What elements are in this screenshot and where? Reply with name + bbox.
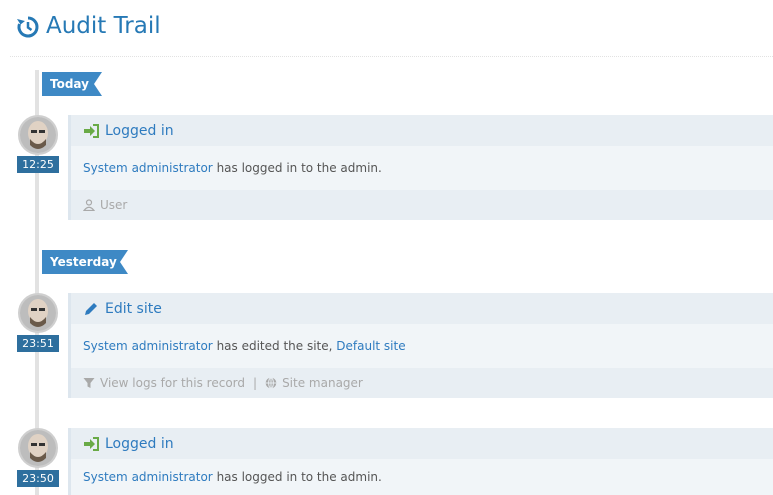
avatar [18, 293, 58, 333]
sign-in-icon [84, 123, 99, 138]
header-divider [10, 56, 773, 57]
user-photo-icon [20, 430, 56, 466]
globe-icon [265, 377, 277, 389]
entry-body: System administrator has edited the site… [71, 324, 773, 368]
entry-header: Logged in [71, 115, 773, 146]
audit-entry: Edit site System administrator has edite… [68, 293, 773, 398]
entry-footer: User [71, 190, 773, 220]
entry-text: has logged in to the admin. [216, 161, 382, 175]
entry-text: has edited the site, [216, 339, 333, 353]
actor-link[interactable]: System administrator [83, 161, 213, 175]
entry-time: 23:50 [17, 470, 59, 487]
site-manager-link[interactable]: Site manager [282, 376, 363, 390]
actor-link[interactable]: System administrator [83, 339, 213, 353]
entry-time: 23:51 [17, 335, 59, 352]
entry-action[interactable]: Edit site [105, 301, 162, 317]
footer-separator: | [253, 376, 258, 390]
user-photo-icon [20, 295, 56, 331]
history-icon [17, 16, 39, 38]
view-logs-link[interactable]: View logs for this record [100, 376, 245, 390]
target-link[interactable]: Default site [336, 339, 405, 353]
sign-in-icon [84, 436, 99, 451]
filter-icon [83, 378, 95, 388]
avatar [18, 428, 58, 468]
user-photo-icon [20, 117, 56, 153]
audit-entry: Logged in System administrator has logge… [68, 428, 773, 495]
user-icon [83, 199, 95, 211]
audit-entry: Logged in System administrator has logge… [68, 115, 773, 220]
entry-body: System administrator has logged in to th… [71, 459, 773, 495]
footer-user: User [100, 198, 128, 212]
actor-link[interactable]: System administrator [83, 470, 213, 484]
avatar [18, 115, 58, 155]
day-label-today: Today [42, 72, 102, 96]
page-header: Audit Trail [0, 0, 773, 57]
day-label-yesterday: Yesterday [42, 250, 128, 274]
entry-body: System administrator has logged in to th… [71, 146, 773, 190]
entry-header: Logged in [71, 428, 773, 459]
entry-header: Edit site [71, 293, 773, 324]
entry-time: 12:25 [17, 156, 59, 173]
entry-action[interactable]: Logged in [105, 123, 174, 139]
entry-text: has logged in to the admin. [216, 470, 382, 484]
entry-action[interactable]: Logged in [105, 436, 174, 452]
pencil-icon [85, 302, 97, 315]
page-title: Audit Trail [46, 13, 161, 39]
entry-footer: View logs for this record | Site manager [71, 368, 773, 398]
